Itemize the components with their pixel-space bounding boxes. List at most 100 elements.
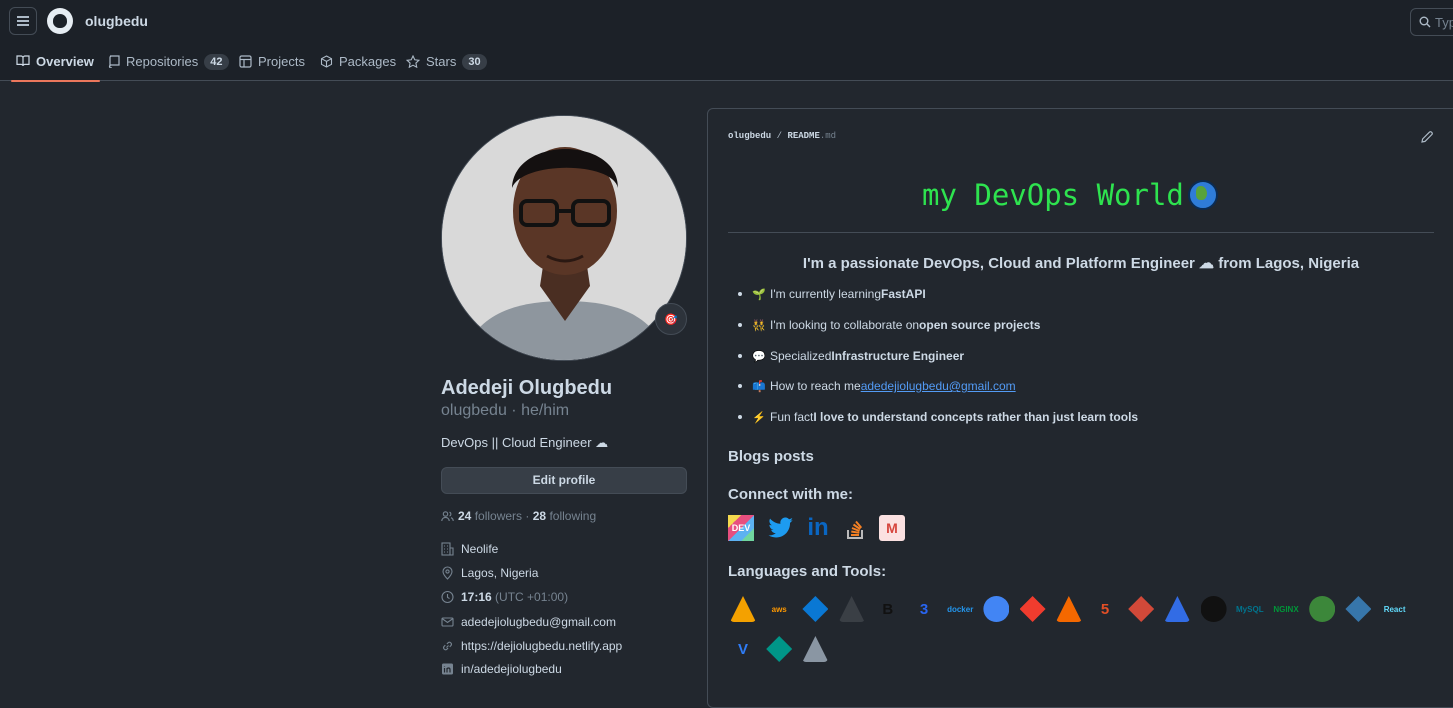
menu-button[interactable]: [9, 7, 37, 35]
lightning-icon: ⚡: [752, 411, 766, 424]
bullet-bold: I love to understand concepts rather tha…: [813, 410, 1139, 424]
book-icon: [16, 55, 30, 67]
nodejs-icon[interactable]: [1307, 594, 1337, 624]
link-icon: [443, 641, 452, 651]
hamburger-icon: [17, 20, 29, 22]
separator: ·: [525, 509, 530, 523]
top-header: olugbedu Typ Overview Repositories 42 Pr…: [0, 0, 1453, 82]
twitter-icon[interactable]: [768, 515, 794, 541]
repo-count-badge: 42: [204, 54, 229, 70]
seedling-icon: 🌱: [752, 288, 766, 301]
linkedin-link[interactable]: in/adedejiolugbedu: [461, 662, 562, 676]
bullet-bold: FastAPI: [881, 287, 926, 301]
bash-icon[interactable]: [837, 594, 867, 624]
search-icon: [1419, 16, 1431, 28]
header-username[interactable]: olugbedu: [85, 13, 148, 29]
tab-label: Repositories: [126, 54, 199, 69]
stack-shape: [847, 520, 863, 539]
vite-icon[interactable]: V: [728, 634, 758, 664]
blogs-heading: Blogs posts: [728, 448, 814, 465]
tab-overview[interactable]: Overview: [11, 46, 100, 82]
python-icon[interactable]: [1343, 594, 1373, 624]
list-item: 💬 Specialized Infrastructure Engineer: [738, 349, 964, 363]
nginx-icon[interactable]: NGINX: [1271, 594, 1301, 624]
profile-full-name: Adedeji Olugbedu: [441, 377, 613, 399]
html5-icon[interactable]: 5: [1090, 594, 1120, 624]
target-icon: 🎯: [664, 313, 678, 326]
people-emoji-icon: 👯: [752, 319, 766, 332]
bullet-text: Fun fact: [770, 410, 814, 424]
globe-icon: [1187, 180, 1218, 210]
bullet-bold: Infrastructure Engineer: [831, 349, 965, 363]
languages-heading: Languages and Tools:: [728, 563, 887, 580]
bullet-text: I'm currently learning: [770, 287, 881, 301]
github-logo-icon[interactable]: [47, 8, 73, 34]
following-count[interactable]: 28: [533, 509, 546, 523]
amplify-icon[interactable]: [728, 594, 758, 624]
local-time-item: 17:16 (UTC +01:00): [441, 590, 568, 604]
followers-count[interactable]: 24: [458, 509, 471, 523]
location-icon: [442, 566, 453, 580]
medium-icon[interactable]: M: [879, 515, 905, 541]
repo-icon: [108, 55, 120, 68]
follow-stats: 24 followers · 28 following: [441, 509, 596, 523]
grafana-icon[interactable]: [1054, 594, 1084, 624]
jenkins-icon[interactable]: [1126, 594, 1156, 624]
bullet-text: How to reach me: [770, 379, 861, 393]
status-emoji-button[interactable]: 🎯: [655, 303, 687, 335]
following-link[interactable]: following: [549, 509, 596, 523]
location-item: Lagos, Nigeria: [441, 566, 538, 580]
organization-icon: [441, 542, 454, 556]
avatar[interactable]: [441, 115, 687, 361]
git-icon[interactable]: [1018, 594, 1048, 624]
edit-profile-button[interactable]: Edit profile: [441, 467, 687, 494]
company-item: Neolife: [441, 542, 498, 556]
dev-icon-label: DEV: [731, 523, 751, 533]
linkedin-item: in/adedejiolugbedu: [441, 662, 562, 676]
tab-projects[interactable]: Projects: [239, 46, 305, 81]
pencil-icon[interactable]: [1420, 130, 1434, 144]
mysql-icon[interactable]: MySQL: [1235, 594, 1265, 624]
list-item: 👯 I'm looking to collaborate on open sour…: [738, 318, 1040, 332]
tab-repositories[interactable]: Repositories 42: [108, 46, 229, 81]
css3-icon[interactable]: 3: [909, 594, 939, 624]
react-icon[interactable]: React: [1380, 594, 1410, 624]
website-link[interactable]: https://dejiolugbedu.netlify.app: [461, 639, 622, 653]
tab-stars[interactable]: Stars 30: [406, 46, 487, 81]
email-item: adedejiolugbedu@gmail.com: [441, 615, 616, 629]
kubernetes-icon[interactable]: [1162, 594, 1192, 624]
readme-intro: I'm a passionate DevOps, Cloud and Platf…: [802, 255, 1360, 272]
aws-icon[interactable]: aws: [764, 594, 794, 624]
speech-bubble-icon: 💬: [752, 350, 766, 363]
location-text: Lagos, Nigeria: [461, 566, 539, 580]
search-input[interactable]: Typ: [1410, 8, 1453, 36]
readme-owner-link[interactable]: olugbedu: [728, 131, 771, 141]
email-link[interactable]: adedejiolugbedu@gmail.com: [461, 615, 616, 629]
company-text: Neolife: [461, 542, 499, 556]
email-readme-link[interactable]: adedejiolugbedu@gmail.com: [861, 379, 1016, 393]
tab-label: Projects: [258, 54, 305, 69]
stackoverflow-icon[interactable]: [843, 515, 869, 541]
connect-heading: Connect with me:: [728, 486, 854, 503]
bullet-text: I'm looking to collaborate on: [770, 318, 920, 332]
bootstrap-icon[interactable]: B: [873, 594, 903, 624]
mailbox-icon: 📫: [752, 380, 766, 393]
medium-icon-label: M: [886, 520, 898, 536]
avatar-photo: [442, 116, 686, 360]
tab-label: Overview: [36, 54, 94, 69]
linkedin-icon[interactable]: in: [805, 514, 831, 541]
dev-icon[interactable]: DEV: [728, 515, 754, 541]
bullet-bold: open source projects: [919, 318, 1041, 332]
twitter-bird: [768, 517, 793, 538]
readme-title: my DevOps World: [922, 178, 1218, 212]
readme-file-link[interactable]: README: [787, 131, 819, 141]
linux-icon[interactable]: [1199, 594, 1229, 624]
docker-icon[interactable]: docker: [945, 594, 975, 624]
tab-packages[interactable]: Packages: [320, 46, 396, 81]
gcp-icon[interactable]: [981, 594, 1011, 624]
vscode-icon[interactable]: [800, 634, 830, 664]
followers-link[interactable]: followers: [475, 509, 522, 523]
fastapi-icon[interactable]: [764, 634, 794, 664]
list-item: 📫 How to reach me adedejiolugbedu@gmail.c…: [738, 379, 1016, 393]
azure-icon[interactable]: [800, 594, 830, 624]
